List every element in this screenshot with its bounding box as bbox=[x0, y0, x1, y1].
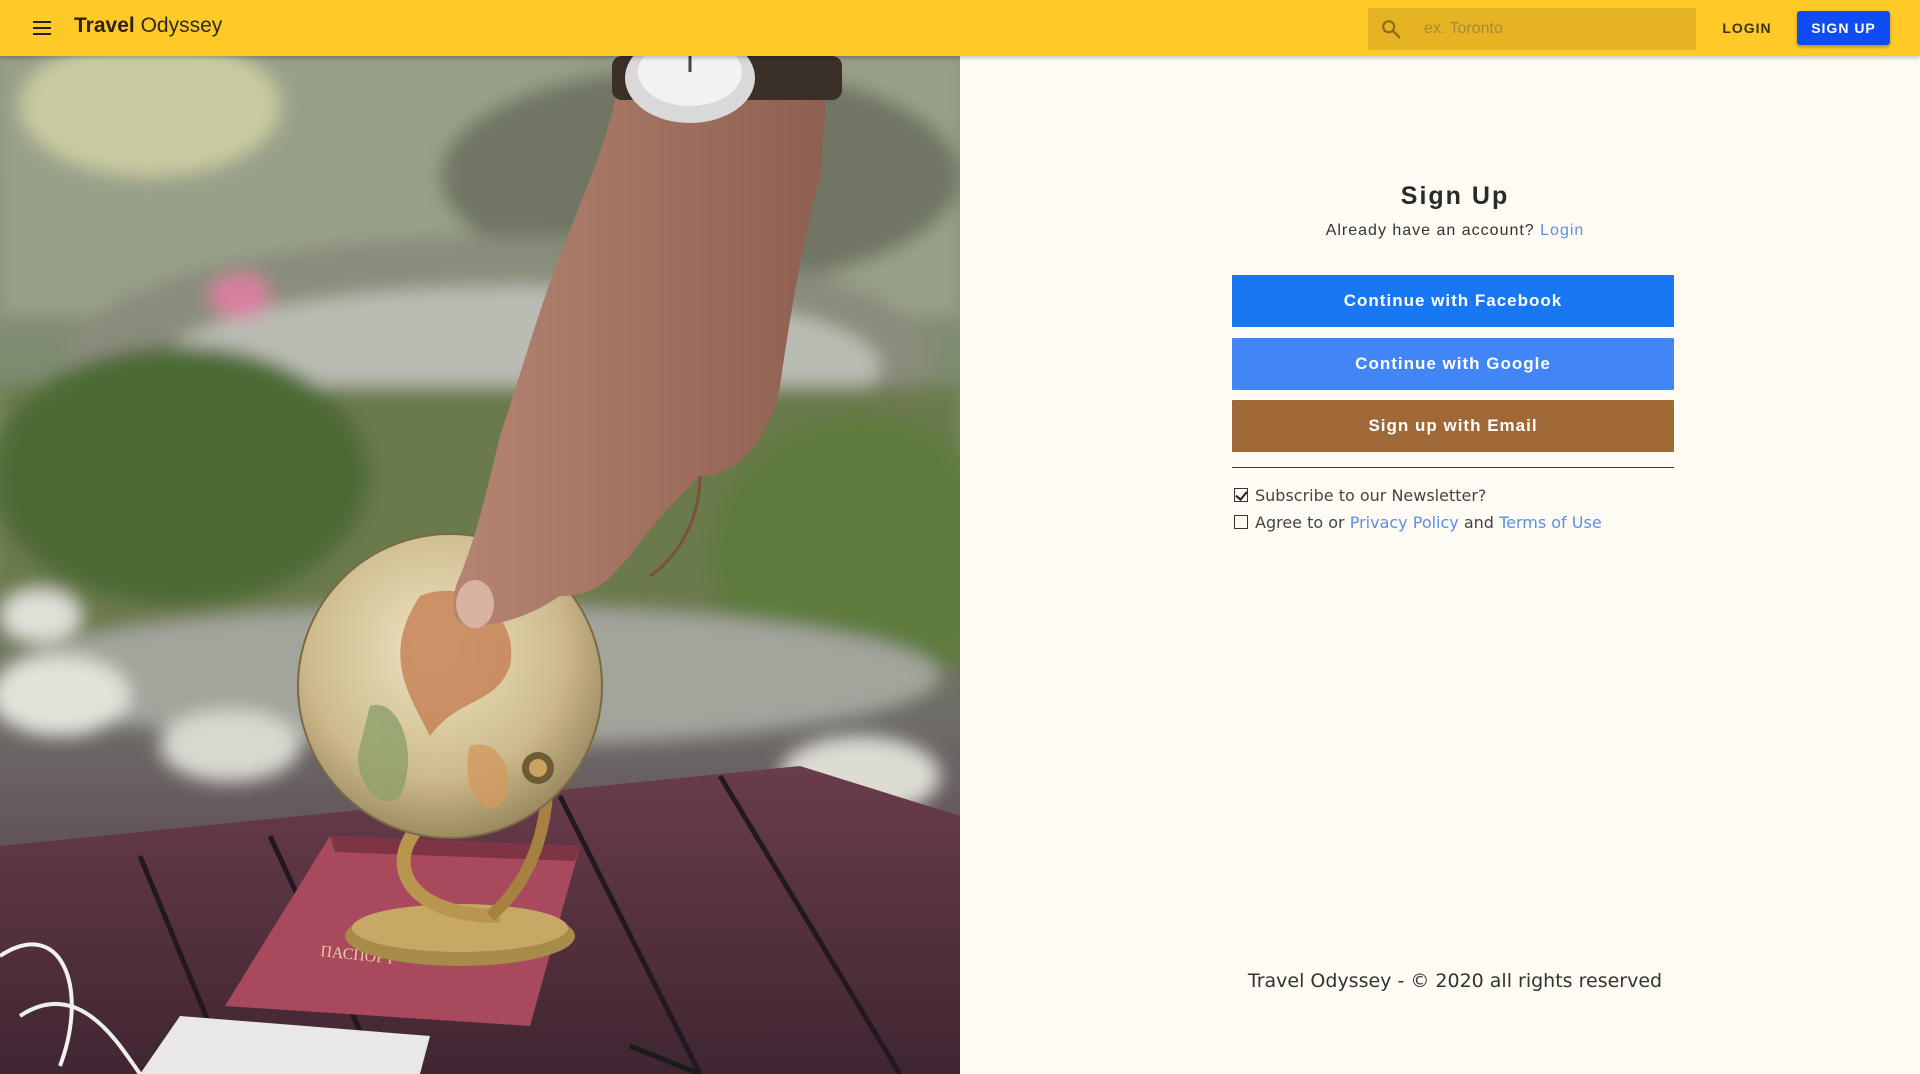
brand-title[interactable]: Travel Odyssey bbox=[74, 14, 222, 38]
have-account-text: Already have an account? bbox=[1325, 222, 1535, 239]
newsletter-row: Subscribe to our Newsletter? bbox=[1234, 486, 1486, 505]
newsletter-checkbox[interactable] bbox=[1234, 488, 1248, 502]
search-box bbox=[1368, 8, 1696, 50]
agree-row: Agree to or Privacy Policy and Terms of … bbox=[1234, 513, 1602, 532]
agree-checkbox[interactable] bbox=[1234, 515, 1248, 529]
agree-and: and bbox=[1463, 513, 1494, 532]
terms-of-use-link[interactable]: Terms of Use bbox=[1499, 513, 1602, 532]
page-title: Sign Up bbox=[1400, 182, 1510, 210]
signup-button[interactable]: SIGN UP bbox=[1797, 11, 1890, 45]
footer-copyright: Travel Odyssey - © 2020 all rights reser… bbox=[1247, 970, 1663, 992]
brand-bold: Travel bbox=[74, 14, 135, 37]
newsletter-label: Subscribe to our Newsletter? bbox=[1255, 486, 1487, 505]
top-app-bar: Travel Odyssey LOGIN SIGN UP bbox=[0, 0, 1920, 56]
brand-light: Odyssey bbox=[140, 14, 223, 37]
login-link[interactable]: Login bbox=[1540, 222, 1584, 239]
menu-icon[interactable] bbox=[28, 16, 56, 40]
agree-prefix: Agree to or bbox=[1255, 513, 1345, 532]
hero-illustration: ПАСПОРТ bbox=[0, 56, 960, 1074]
signup-email-button[interactable]: Sign up with Email bbox=[1232, 400, 1674, 452]
continue-google-button[interactable]: Continue with Google bbox=[1232, 338, 1674, 390]
login-button[interactable]: LOGIN bbox=[1708, 10, 1786, 46]
have-account-row: Already have an account? Login bbox=[1232, 222, 1678, 240]
divider bbox=[1232, 467, 1674, 468]
search-input[interactable] bbox=[1424, 8, 1684, 50]
search-icon[interactable] bbox=[1380, 18, 1402, 40]
hero-image: ПАСПОРТ bbox=[0, 56, 960, 1074]
privacy-policy-link[interactable]: Privacy Policy bbox=[1350, 513, 1459, 532]
continue-facebook-button[interactable]: Continue with Facebook bbox=[1232, 275, 1674, 327]
